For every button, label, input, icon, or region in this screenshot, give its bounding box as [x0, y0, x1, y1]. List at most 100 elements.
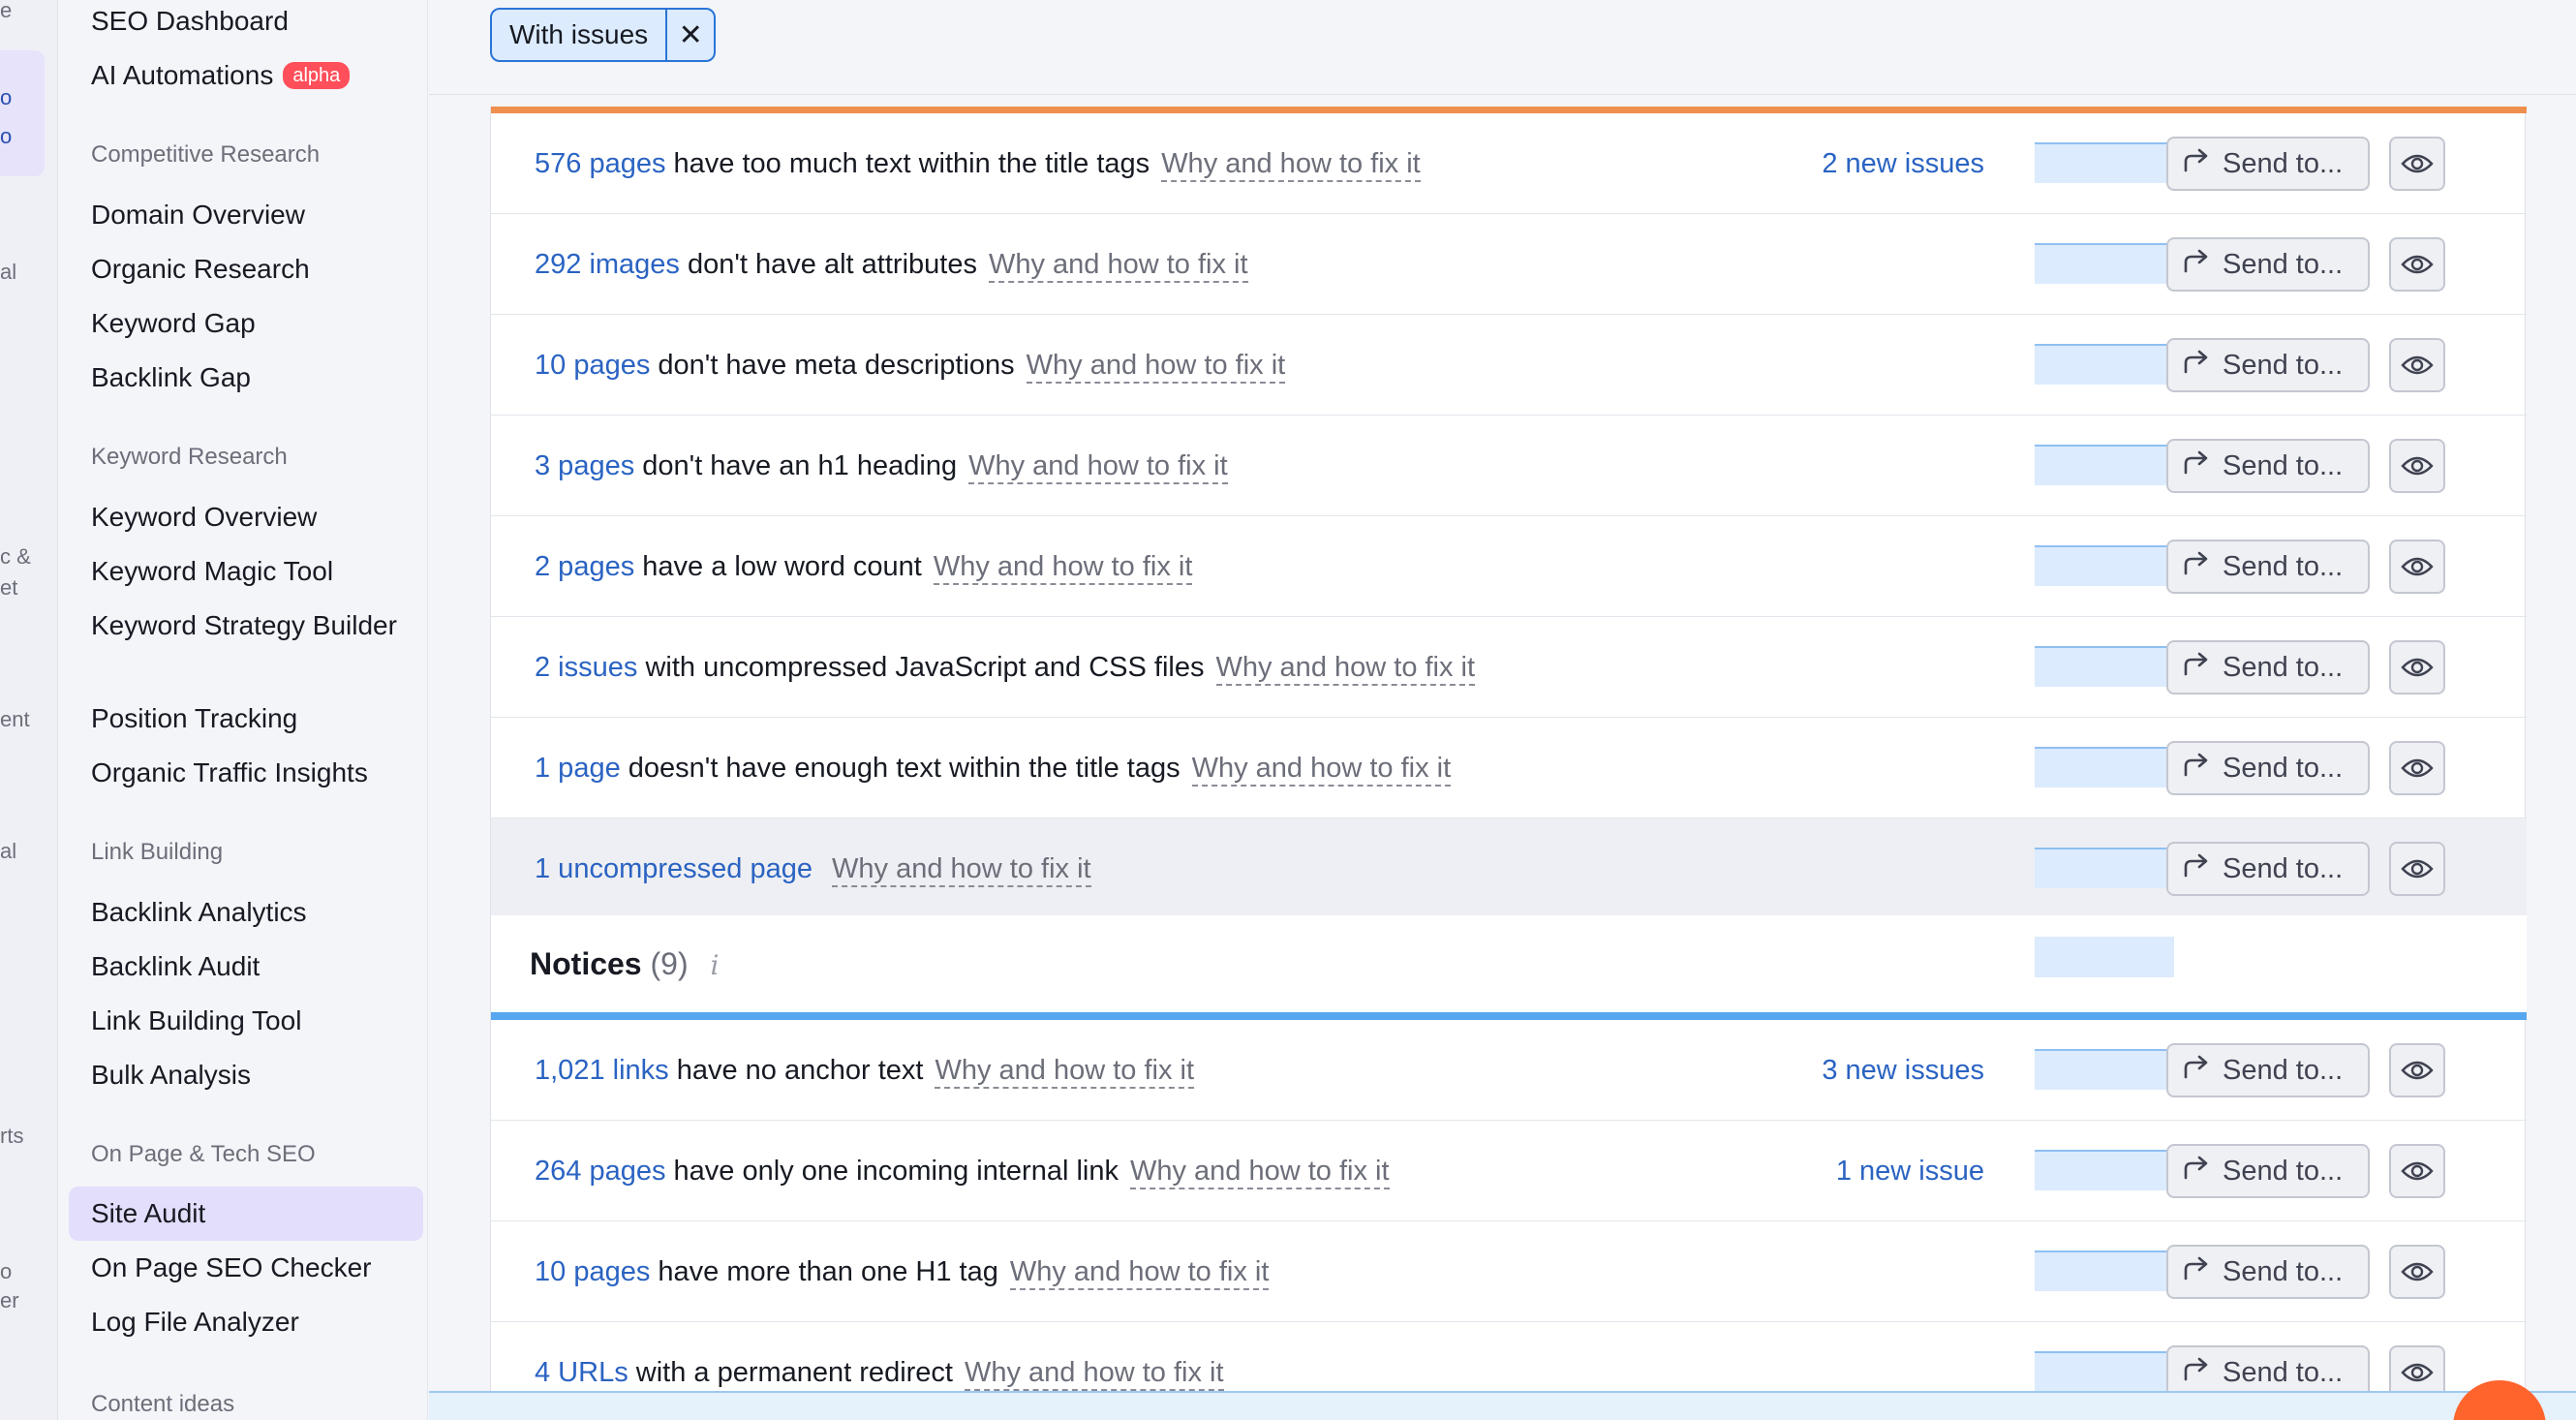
issue-count-link[interactable]: 1 page [535, 753, 621, 784]
why-and-how-link[interactable]: Why and how to fix it [1009, 1256, 1270, 1290]
sidebar-item-backlink-analytics[interactable]: Backlink Analytics [91, 893, 307, 932]
issue-row[interactable]: 2 issues with uncompressed JavaScript an… [491, 617, 2527, 718]
rail-label-fragment[interactable]: rts [0, 1124, 23, 1149]
eye-icon[interactable] [2389, 1043, 2445, 1097]
new-issues-link[interactable]: 3 new issues [1822, 1020, 1984, 1121]
send-to-button[interactable]: Send to... [2166, 1144, 2370, 1198]
why-and-how-link[interactable]: Why and how to fix it [935, 1055, 1195, 1089]
eye-icon[interactable] [2389, 439, 2445, 493]
sidebar-item-on-page-seo-checker[interactable]: On Page SEO Checker [91, 1249, 371, 1287]
issue-description: 1,021 links have no anchor text Why and h… [535, 1020, 1195, 1121]
issue-description: 264 pages have only one incoming interna… [535, 1121, 1390, 1221]
issue-count-link[interactable]: 10 pages [535, 350, 650, 381]
eye-icon[interactable] [2389, 338, 2445, 392]
send-to-label: Send to... [2223, 248, 2344, 280]
why-and-how-link[interactable]: Why and how to fix it [1215, 652, 1476, 686]
rail-label-fragment[interactable]: et [0, 575, 17, 601]
sidebar-item-bulk-analysis[interactable]: Bulk Analysis [91, 1056, 251, 1095]
send-to-button[interactable]: Send to... [2166, 842, 2370, 896]
sidebar-item-organic-traffic-insights[interactable]: Organic Traffic Insights [91, 754, 368, 792]
sidebar-item-site-audit[interactable]: Site Audit [91, 1194, 205, 1233]
issue-row[interactable]: 1 page doesn't have enough text within t… [491, 718, 2527, 818]
rail-label-fragment[interactable]: al [0, 839, 16, 864]
eye-icon[interactable] [2389, 741, 2445, 795]
why-and-how-link[interactable]: Why and how to fix it [1161, 148, 1421, 182]
issue-row[interactable]: 2 pages have a low word count Why and how… [491, 516, 2527, 617]
issue-count-link[interactable]: 576 pages [535, 148, 665, 179]
send-to-button[interactable]: Send to... [2166, 741, 2370, 795]
filter-chip-label[interactable]: With issues [492, 10, 668, 60]
send-to-button[interactable]: Send to... [2166, 439, 2370, 493]
sidebar-item-log-file-analyzer[interactable]: Log File Analyzer [91, 1303, 299, 1342]
sidebar-item-backlink-audit[interactable]: Backlink Audit [91, 947, 260, 986]
sidebar-item-domain-overview[interactable]: Domain Overview [91, 196, 305, 234]
sidebar-item-organic-research[interactable]: Organic Research [91, 250, 310, 289]
rail-label-fragment[interactable]: o [0, 124, 12, 149]
send-to-button[interactable]: Send to... [2166, 640, 2370, 695]
eye-icon[interactable] [2389, 137, 2445, 191]
issue-count-link[interactable]: 2 issues [535, 652, 637, 683]
send-to-button[interactable]: Send to... [2166, 1043, 2370, 1097]
trend-sparkline [2035, 445, 2174, 485]
issue-row[interactable]: 10 pages don't have meta descriptions Why… [491, 315, 2527, 416]
send-to-button[interactable]: Send to... [2166, 237, 2370, 292]
send-to-button[interactable]: Send to... [2166, 338, 2370, 392]
rail-label-fragment[interactable]: c & [0, 544, 31, 570]
info-icon[interactable]: i [710, 949, 719, 981]
eye-icon[interactable] [2389, 237, 2445, 292]
eye-icon[interactable] [2389, 842, 2445, 896]
rail-label-fragment[interactable]: al [0, 260, 16, 285]
eye-icon[interactable] [2389, 540, 2445, 594]
send-to-button[interactable]: Send to... [2166, 1245, 2370, 1299]
issue-row[interactable]: 292 images don't have alt attributes Why … [491, 214, 2527, 315]
issue-count-link[interactable]: 1 uncompressed page [535, 853, 813, 884]
why-and-how-link[interactable]: Why and how to fix it [1191, 753, 1452, 787]
issue-count-link[interactable]: 3 pages [535, 450, 634, 481]
sidebar-item-keyword-overview[interactable]: Keyword Overview [91, 498, 317, 537]
eye-icon[interactable] [2389, 1245, 2445, 1299]
share-arrow-icon [2182, 1155, 2223, 1188]
why-and-how-link[interactable]: Why and how to fix it [968, 450, 1228, 484]
rail-label-fragment[interactable]: e [0, 0, 12, 23]
sidebar-item-keyword-magic-tool[interactable]: Keyword Magic Tool [91, 552, 333, 591]
new-issues-link[interactable]: 1 new issue [1836, 1121, 1984, 1221]
why-and-how-link[interactable]: Why and how to fix it [933, 551, 1193, 585]
send-to-button[interactable]: Send to... [2166, 137, 2370, 191]
rail-label-fragment[interactable]: ent [0, 707, 30, 732]
issue-row[interactable]: 576 pages have too much text within the … [491, 113, 2527, 214]
issue-count-link[interactable]: 4 URLs [535, 1357, 629, 1388]
issue-count-link[interactable]: 1,021 links [535, 1055, 669, 1086]
sidebar-item-ai-automations[interactable]: AI Automations alpha [91, 56, 351, 95]
rail-label-fragment[interactable]: er [0, 1288, 19, 1313]
why-and-how-link[interactable]: Why and how to fix it [988, 249, 1248, 283]
issue-row[interactable]: 1 uncompressed page Why and how to fix i… [491, 818, 2527, 919]
issue-count-link[interactable]: 292 images [535, 249, 680, 280]
send-to-label: Send to... [2223, 349, 2344, 381]
close-icon[interactable]: ✕ [667, 10, 714, 60]
new-issues-link[interactable]: 2 new issues [1822, 113, 1984, 214]
sidebar-item-position-tracking[interactable]: Position Tracking [91, 699, 297, 738]
sidebar-item-seo-dashboard[interactable]: SEO Dashboard [91, 2, 289, 41]
sidebar-item-backlink-gap[interactable]: Backlink Gap [91, 358, 251, 397]
send-to-button[interactable]: Send to... [2166, 540, 2370, 594]
issue-count-link[interactable]: 10 pages [535, 1256, 650, 1287]
issue-row[interactable]: 1,021 links have no anchor text Why and h… [491, 1020, 2527, 1121]
rail-label-fragment[interactable]: o [0, 85, 12, 110]
eye-icon[interactable] [2389, 1144, 2445, 1198]
issue-row[interactable]: 3 pages don't have an h1 heading Why and … [491, 416, 2527, 516]
issue-row[interactable]: 264 pages have only one incoming interna… [491, 1121, 2527, 1221]
why-and-how-link[interactable]: Why and how to fix it [964, 1357, 1224, 1391]
issue-count-link[interactable]: 264 pages [535, 1156, 665, 1187]
sidebar-item-link-building-tool[interactable]: Link Building Tool [91, 1002, 301, 1040]
filter-chip[interactable]: With issues ✕ [490, 8, 717, 62]
eye-icon[interactable] [2389, 640, 2445, 695]
filter-bar: With issues ✕ [429, 0, 2576, 95]
why-and-how-link[interactable]: Why and how to fix it [832, 853, 1091, 887]
why-and-how-link[interactable]: Why and how to fix it [1129, 1156, 1390, 1189]
sidebar-item-keyword-strategy-builder[interactable]: Keyword Strategy Builder [91, 606, 401, 645]
issue-row[interactable]: 10 pages have more than one H1 tag Why an… [491, 1221, 2527, 1322]
issue-count-link[interactable]: 2 pages [535, 551, 634, 582]
rail-label-fragment[interactable]: o [0, 1259, 12, 1284]
sidebar-item-keyword-gap[interactable]: Keyword Gap [91, 304, 256, 343]
why-and-how-link[interactable]: Why and how to fix it [1026, 350, 1286, 384]
